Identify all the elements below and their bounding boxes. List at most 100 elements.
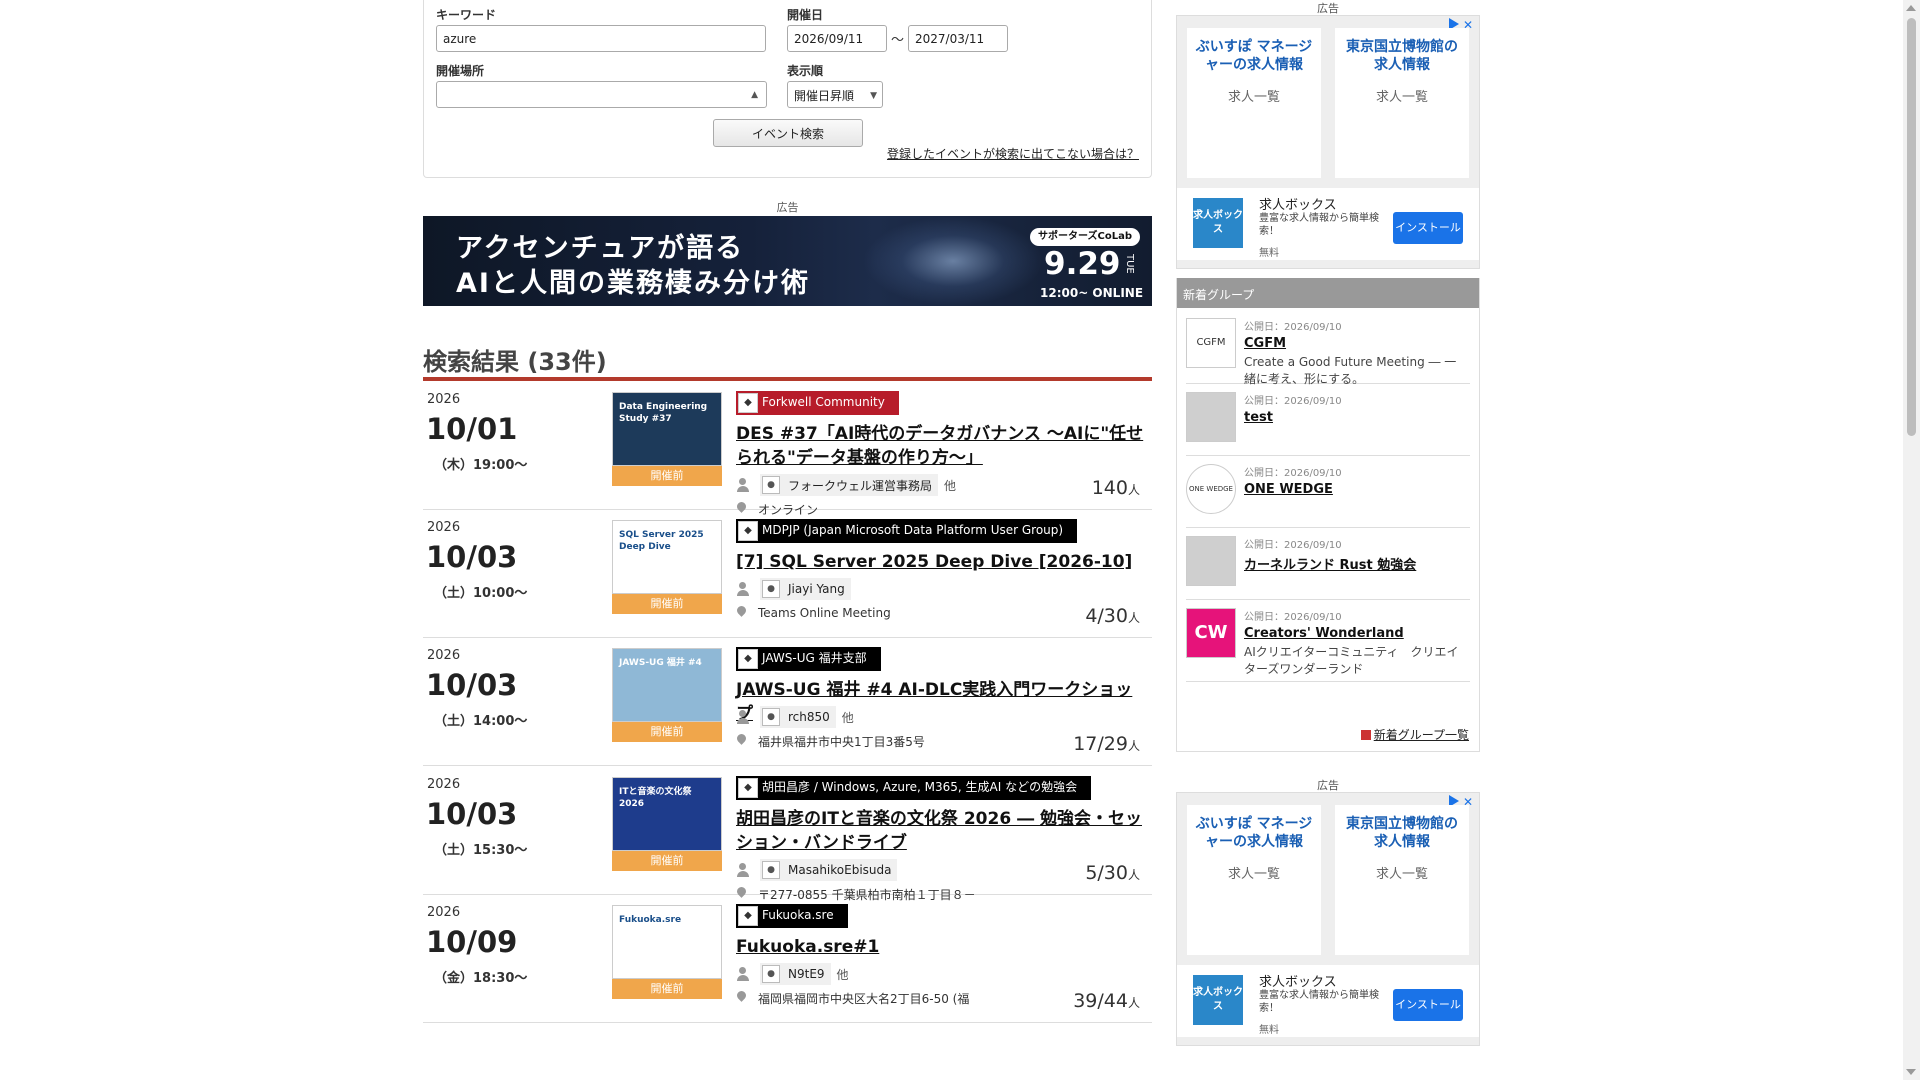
install-button[interactable]: インストール — [1393, 989, 1463, 1021]
participant-count: 5/30人 — [1085, 862, 1140, 884]
event-row[interactable]: 2026 10/09 （金）18:30～ Fukuoka.sre 開催前 ◆ Fukuoka… — [423, 895, 1152, 1023]
owner-chip[interactable]: ● rch850 — [760, 706, 836, 728]
participant-count-unit: 人 — [1127, 739, 1140, 753]
keyword-input[interactable] — [436, 25, 766, 52]
ad-card[interactable]: ぶいすぽ マネージャーの求人情報 求人一覧 — [1187, 805, 1321, 955]
event-title-link[interactable]: 胡田昌彦のITと音楽の文化祭 2026 ― 勉強会・セッション・バンドライブ — [736, 807, 1146, 855]
group-name-link[interactable]: CGFM — [1244, 336, 1286, 351]
banner-badge: サポーターズCoLab — [1030, 228, 1140, 246]
owner-chip[interactable]: ● MasahikoEbisuda — [760, 859, 898, 881]
event-thumbnail-text: JAWS-UG 福井 #4 — [619, 658, 702, 668]
participant-count-value: 5/30 — [1085, 862, 1128, 884]
date-to-input[interactable] — [908, 25, 1008, 52]
group-name-link[interactable]: ONE WEDGE — [1244, 482, 1333, 497]
group-item[interactable]: CW 公開日：2026/09/10 Creators' Wonderland AIクリ… — [1186, 600, 1470, 682]
new-groups-more-link[interactable]: 新着グループ一覧 — [1360, 726, 1469, 743]
group-publish-date: 公開日：2026/09/10 — [1244, 322, 1342, 333]
event-thumbnail[interactable]: ITと音楽の文化祭 2026 — [612, 777, 722, 851]
ad-card-sub: 求人一覧 — [1227, 90, 1280, 105]
event-group-label[interactable]: ◆ MDPJP (Japan Microsoft Data Platform Us… — [736, 519, 1078, 543]
scrollbar-thumb[interactable] — [1907, 18, 1916, 436]
group-logo[interactable] — [1186, 392, 1236, 442]
app-install-ad[interactable]: 求人ボックス 求人ボックス 豊富な求人情報から簡単検索！ 無料 インストール — [1177, 965, 1479, 1037]
event-owner-row: ● N9tE9 他 — [736, 963, 849, 985]
sidebar-ad-bottom[interactable]: ✕ ぶいすぽ マネージャーの求人情報 求人一覧 東京国立博物館の求人情報 求人一… — [1176, 792, 1480, 1046]
ad-card-title: ぶいすぽ マネージャーの求人情報 — [1195, 39, 1313, 73]
banner-ad-label: 広告 — [776, 201, 799, 214]
event-group-name: Fukuoka.sre — [762, 908, 834, 922]
event-title-link[interactable]: [7] SQL Server 2025 Deep Dive [2026-10] — [736, 550, 1146, 574]
place-label: 開催場所 — [436, 64, 485, 78]
event-date: 10/03 — [426, 668, 518, 702]
owner-chip[interactable]: ● フォークウェル運営事務局 — [760, 474, 939, 496]
event-year: 2026 — [427, 648, 461, 663]
event-place: 福岡県福岡市中央区大名2丁目6-50 (福 — [758, 991, 970, 1006]
date-from-input[interactable] — [787, 25, 887, 52]
event-place-row: Teams Online Meeting — [736, 604, 891, 622]
event-thumbnail[interactable]: SQL Server 2025 Deep Dive — [612, 520, 722, 594]
event-date: 10/09 — [426, 925, 518, 959]
app-icon: 求人ボックス — [1193, 975, 1243, 1025]
owner-chip[interactable]: ● Jiayi Yang — [760, 578, 851, 600]
scroll-down-icon[interactable] — [1906, 1069, 1916, 1075]
order-select[interactable]: 開催日昇順 ▼ — [787, 81, 883, 108]
event-title-link[interactable]: Fukuoka.sre#1 — [736, 935, 1146, 959]
group-logo[interactable]: CW — [1186, 608, 1236, 658]
participant-count: 140人 — [1092, 477, 1140, 499]
group-publish-date: 公開日：2026/09/10 — [1244, 396, 1342, 407]
ad-card[interactable]: ぶいすぽ マネージャーの求人情報 求人一覧 — [1187, 28, 1321, 178]
event-thumbnail-text: SQL Server 2025 Deep Dive — [619, 530, 704, 552]
event-row[interactable]: 2026 10/03 （土）10:00～ SQL Server 2025 Deep D… — [423, 510, 1152, 638]
event-thumbnail[interactable]: JAWS-UG 福井 #4 — [612, 648, 722, 722]
group-item[interactable]: 公開日：2026/09/10 test — [1186, 384, 1470, 456]
group-item[interactable]: CGFM 公開日：2026/09/10 CGFM Create a Good Futu… — [1186, 310, 1470, 386]
owner-name: Jiayi Yang — [788, 582, 845, 596]
event-group-label[interactable]: ◆ JAWS-UG 福井支部 — [736, 647, 881, 671]
sidebar-ad-top[interactable]: ✕ ぶいすぽ マネージャーの求人情報 求人一覧 東京国立博物館の求人情報 求人一… — [1176, 15, 1480, 269]
group-name-link[interactable]: カーネルランド Rust 勉強会 — [1244, 554, 1416, 573]
event-time: （金）18:30～ — [434, 971, 528, 986]
event-thumbnail[interactable]: Data Engineering Study #37 — [612, 392, 722, 466]
banner-line-1: アクセンチュアが語る — [456, 233, 745, 264]
event-row[interactable]: 2026 10/03 （土）15:30～ ITと音楽の文化祭 2026 開催前 ◆ 胡田昌彦… — [423, 767, 1152, 902]
event-title-link[interactable]: DES #37「AI時代のデータガバナンス ～AIに"任せられる"データ基盤の作… — [736, 422, 1146, 470]
group-publish-date: 公開日：2026/09/10 — [1244, 540, 1342, 551]
place-select[interactable]: ▲ — [436, 81, 767, 108]
scroll-up-icon[interactable] — [1906, 5, 1916, 11]
group-name-link[interactable]: Creators' Wonderland — [1244, 626, 1404, 641]
owner-chip[interactable]: ● N9tE9 — [760, 963, 831, 985]
status-badge: 開催前 — [612, 466, 722, 486]
event-group-name: MDPJP (Japan Microsoft Data Platform Use… — [762, 523, 1064, 537]
participant-count-value: 4/30 — [1085, 605, 1128, 627]
person-icon — [736, 478, 750, 492]
person-icon — [736, 710, 750, 724]
app-install-ad[interactable]: 求人ボックス 求人ボックス 豊富な求人情報から簡単検索！ 無料 インストール — [1177, 188, 1479, 260]
group-name-link[interactable]: test — [1244, 410, 1273, 425]
app-name: 求人ボックス — [1259, 198, 1337, 213]
group-item[interactable]: 公開日：2026/09/10 カーネルランド Rust 勉強会 — [1186, 528, 1470, 600]
ad-card[interactable]: 東京国立博物館の求人情報 求人一覧 — [1335, 28, 1469, 178]
group-item[interactable]: ONE WEDGE 公開日：2026/09/10 ONE WEDGE — [1186, 456, 1470, 528]
event-time: （土）10:00～ — [434, 586, 528, 601]
event-row[interactable]: 2026 10/01 （木）19:00～ Data Engineering Study… — [423, 382, 1152, 517]
group-logo[interactable]: CGFM — [1186, 318, 1236, 368]
ad-card[interactable]: 東京国立博物館の求人情報 求人一覧 — [1335, 805, 1469, 955]
ad-card-title: 東京国立博物館の求人情報 — [1346, 39, 1458, 73]
banner-ad[interactable]: アクセンチュアが語る AIと人間の業務棲み分け術 サポーターズCoLab 9.2… — [423, 216, 1152, 306]
event-thumbnail-text: Data Engineering Study #37 — [619, 402, 708, 424]
group-logo[interactable] — [1186, 536, 1236, 586]
page-scrollbar[interactable] — [1903, 0, 1920, 1080]
app-icon: 求人ボックス — [1193, 198, 1243, 248]
install-button[interactable]: インストール — [1393, 212, 1463, 244]
event-group-label[interactable]: ◆ Forkwell Community — [736, 391, 899, 415]
search-help-link[interactable]: 登録したイベントが検索に出てこない場合は？ — [887, 145, 1139, 162]
event-thumbnail[interactable]: Fukuoka.sre — [612, 905, 722, 979]
ad-card-sub: 求人一覧 — [1375, 90, 1428, 105]
event-row[interactable]: 2026 10/03 （土）14:00～ JAWS-UG 福井 #4 開催前 ◆ JAWS-… — [423, 638, 1152, 766]
event-group-label[interactable]: ◆ Fukuoka.sre — [736, 904, 848, 928]
event-group-label[interactable]: ◆ 胡田昌彦 / Windows, Azure, M365, 生成AI などの勉強… — [736, 776, 1092, 800]
event-date: 10/03 — [426, 797, 518, 831]
event-search-button[interactable]: イベント検索 — [713, 119, 863, 147]
participant-count-value: 17/29 — [1073, 733, 1128, 755]
group-logo[interactable]: ONE WEDGE — [1186, 464, 1236, 514]
